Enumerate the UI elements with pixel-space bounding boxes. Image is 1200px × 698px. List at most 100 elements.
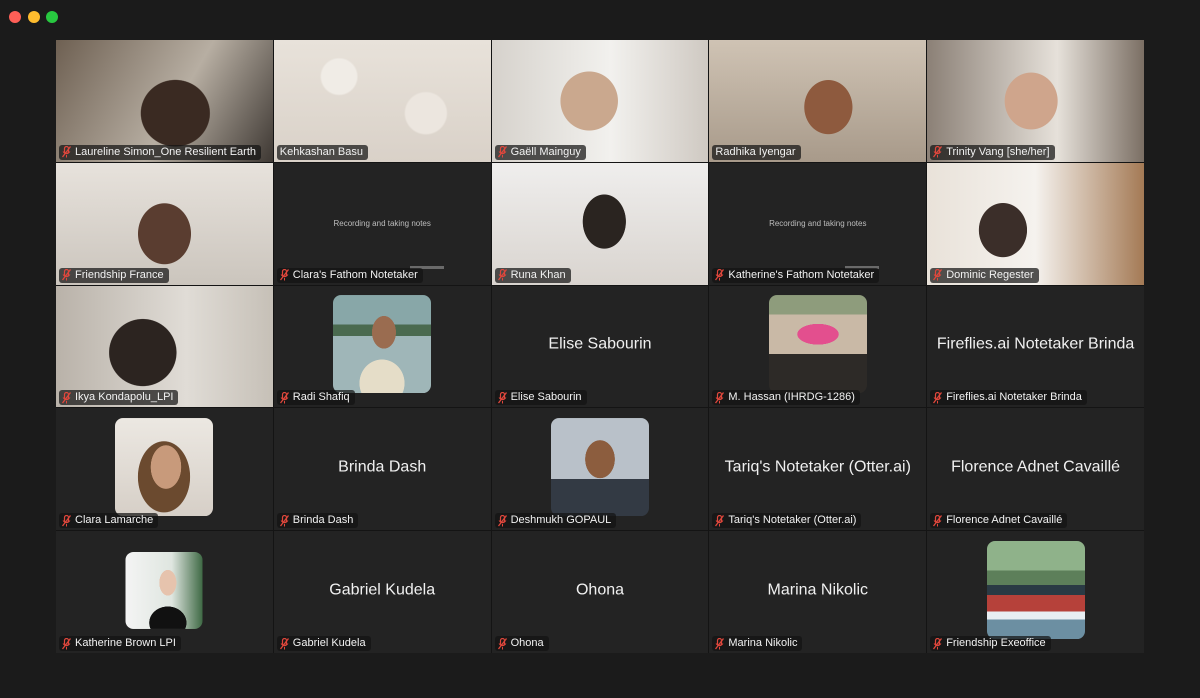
participant-name: Ohona: [510, 637, 544, 649]
participant-avatar: [550, 418, 649, 517]
maximize-window-button[interactable]: [46, 11, 58, 23]
participant-tile[interactable]: Brinda Dash Brinda Dash: [273, 408, 491, 531]
participant-tile[interactable]: Tariq's Notetaker (Otter.ai) Tariq's Not…: [709, 408, 927, 531]
participant-avatar: [125, 552, 203, 630]
participant-name: Gaëll Mainguy: [510, 145, 581, 158]
minimize-window-button[interactable]: [28, 11, 40, 23]
muted-mic-icon: [62, 146, 71, 158]
recording-notice: Recording and taking notes: [333, 218, 431, 228]
participant-tile[interactable]: Deshmukh GOPAUL: [491, 408, 709, 531]
participant-tile[interactable]: Runa Khan: [491, 162, 709, 285]
participant-tile[interactable]: Florence Adnet Cavaillé Florence Adnet C…: [927, 408, 1144, 531]
participant-name: Deshmukh GOPAUL: [510, 514, 612, 527]
participant-avatar: [333, 295, 432, 394]
muted-mic-icon: [62, 637, 71, 649]
participant-tile[interactable]: Recording and taking notes Katherine's F…: [709, 162, 927, 285]
participant-name-label: Tariq's Notetaker (Otter.ai): [712, 513, 862, 529]
participant-tile[interactable]: Recording and taking notes Clara's Fatho…: [273, 162, 491, 285]
participant-name-label: Katherine's Fathom Notetaker: [712, 267, 880, 283]
participant-tile[interactable]: Gaëll Mainguy: [491, 40, 709, 162]
participant-name: Katherine Brown LPI: [75, 637, 176, 649]
participant-name-label: Elise Sabourin: [494, 390, 587, 406]
participant-name: Katherine's Fathom Notetaker: [728, 268, 875, 281]
participant-tile[interactable]: Trinity Vang [she/her]: [927, 40, 1144, 162]
participant-tile[interactable]: Laureline Simon_One Resilient Earth: [56, 40, 273, 162]
participant-tile[interactable]: Clara Lamarche: [56, 408, 273, 531]
participant-video: [491, 40, 709, 162]
participant-tile[interactable]: Elise Sabourin Elise Sabourin: [491, 285, 709, 408]
muted-mic-icon: [279, 637, 289, 649]
participant-avatar: [986, 541, 1085, 640]
participant-tile[interactable]: Fireflies.ai Notetaker Brinda Fireflies.…: [927, 285, 1144, 408]
participant-name-label: Laureline Simon_One Resilient Earth: [59, 144, 261, 160]
participant-name-label: Marina Nikolic: [712, 636, 803, 651]
participant-name-label: Clara's Fathom Notetaker: [276, 267, 423, 283]
participant-tile[interactable]: Ohona Ohona: [491, 531, 709, 653]
participant-name: Dominic Regester: [946, 268, 1034, 281]
participant-name: Clara Lamarche: [75, 514, 154, 527]
participant-video: [56, 285, 273, 408]
close-window-button[interactable]: [9, 11, 21, 23]
participant-tile[interactable]: Ikya Kondapolu_LPI: [56, 285, 273, 408]
muted-mic-icon: [279, 391, 289, 404]
muted-mic-icon: [933, 269, 943, 281]
participant-tile[interactable]: Katherine Brown LPI: [56, 531, 273, 653]
participant-tile[interactable]: Friendship France: [56, 162, 273, 285]
participant-name-label: Runa Khan: [494, 267, 571, 283]
muted-mic-icon: [497, 514, 507, 527]
window-titlebar: [0, 0, 1200, 32]
participant-video: [56, 162, 273, 285]
participant-name-label: Ohona: [494, 636, 549, 651]
participant-tile[interactable]: Dominic Regester: [927, 162, 1144, 285]
muted-mic-icon: [497, 146, 507, 158]
muted-mic-icon: [715, 514, 725, 527]
participant-name: Gabriel Kudela: [292, 637, 366, 649]
participant-name: Friendship Exeoffice: [946, 637, 1046, 649]
participant-name: Laureline Simon_One Resilient Earth: [75, 145, 256, 158]
muted-mic-icon: [62, 269, 71, 281]
muted-mic-icon: [933, 514, 943, 527]
participant-name-label: M. Hassan (IHRDG-1286): [712, 390, 860, 406]
participant-name-label: Trinity Vang [she/her]: [930, 144, 1055, 160]
participant-display-name: Florence Adnet Cavaillé: [951, 458, 1121, 476]
muted-mic-icon: [62, 514, 71, 527]
participant-avatar: [768, 295, 867, 394]
participant-tile[interactable]: Friendship Exeoffice: [927, 531, 1144, 653]
participant-video: [927, 40, 1144, 162]
participant-name: Florence Adnet Cavaillé: [946, 514, 1063, 527]
participant-name-label: Deshmukh GOPAUL: [494, 513, 617, 529]
participant-video: [273, 40, 491, 162]
participant-tile-active-speaker[interactable]: Kehkashan Basu: [273, 40, 491, 162]
participant-tile[interactable]: Marina Nikolic Marina Nikolic: [709, 531, 927, 653]
participant-name-label: Fireflies.ai Notetaker Brinda: [930, 390, 1087, 406]
participant-video: [709, 40, 927, 162]
participant-name: Marina Nikolic: [728, 637, 798, 649]
participant-name-label: Friendship Exeoffice: [930, 636, 1051, 651]
participant-name: Elise Sabourin: [510, 391, 582, 404]
participant-name-label: Gaëll Mainguy: [494, 144, 586, 160]
participant-name-label: Radi Shafiq: [276, 390, 355, 406]
participant-tile[interactable]: Radi Shafiq: [273, 285, 491, 408]
participant-display-name: Ohona: [575, 581, 625, 599]
muted-mic-icon: [62, 391, 71, 404]
participant-tile[interactable]: Radhika Iyengar: [709, 40, 927, 162]
participant-name-label: Brinda Dash: [276, 513, 359, 529]
participant-tile[interactable]: Gabriel Kudela Gabriel Kudela: [273, 531, 491, 653]
participant-video: [927, 162, 1144, 285]
participant-tile[interactable]: M. Hassan (IHRDG-1286): [709, 285, 927, 408]
participant-avatar: [115, 418, 214, 517]
participant-name: Friendship France: [75, 268, 164, 281]
muted-mic-icon: [933, 146, 943, 158]
participant-name: Fireflies.ai Notetaker Brinda: [946, 391, 1082, 404]
muted-mic-icon: [715, 391, 725, 404]
participant-video: [56, 40, 273, 162]
participant-name: Kehkashan Basu: [279, 145, 363, 158]
participant-name: Runa Khan: [510, 268, 566, 281]
muted-mic-icon: [715, 637, 725, 649]
participant-name-label: Friendship France: [59, 267, 169, 283]
muted-mic-icon: [933, 391, 943, 404]
participant-name: Clara's Fathom Notetaker: [292, 268, 418, 281]
muted-mic-icon: [497, 637, 507, 649]
participant-name: Brinda Dash: [292, 514, 354, 527]
participant-display-name: Gabriel Kudela: [329, 581, 436, 599]
